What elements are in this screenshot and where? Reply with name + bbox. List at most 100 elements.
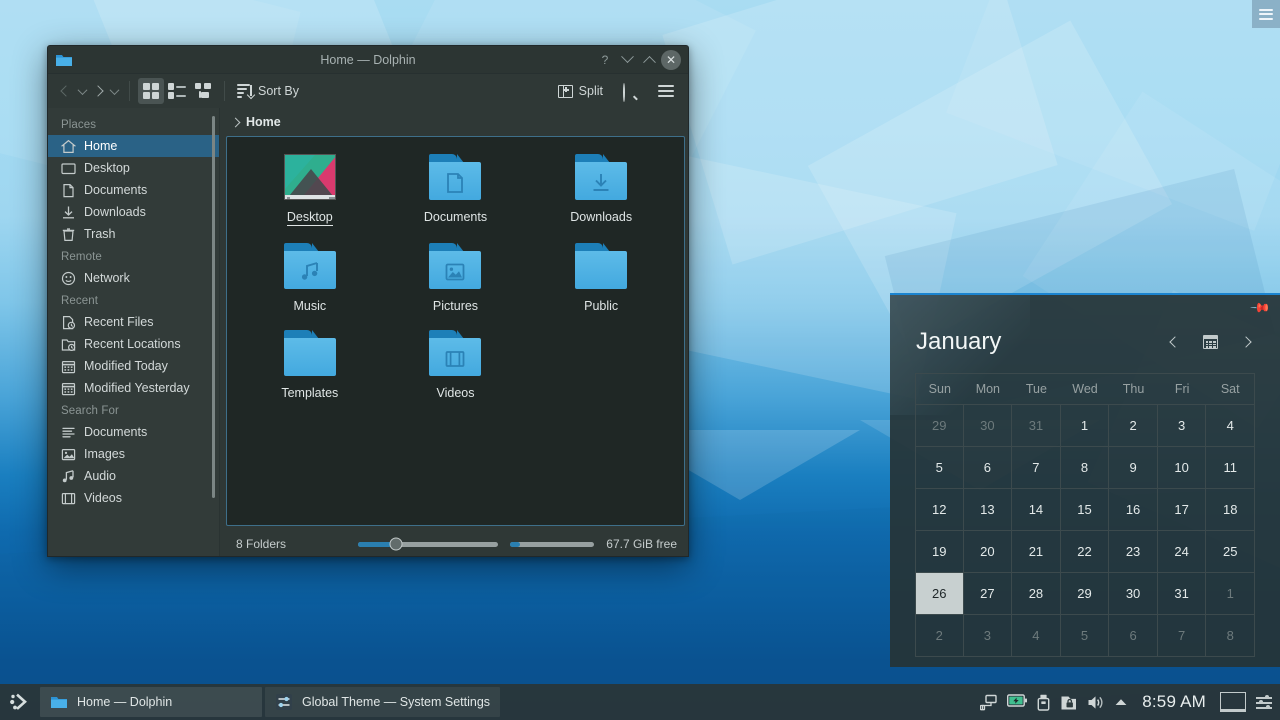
calendar-day[interactable]: 8 — [1060, 447, 1110, 489]
folder-icon[interactable] — [571, 240, 631, 292]
calendar-day[interactable]: 31 — [1157, 573, 1207, 615]
zoom-slider-handle[interactable] — [389, 537, 403, 551]
battery-icon[interactable] — [1007, 693, 1028, 711]
calendar-day[interactable]: 4 — [1206, 405, 1255, 447]
sidebar-item-modified-today[interactable]: Modified Today — [48, 355, 219, 377]
calendar-day[interactable]: 4 — [1012, 615, 1061, 657]
back-history-dropdown[interactable] — [75, 78, 89, 104]
folder-item[interactable]: Documents — [383, 151, 529, 226]
folder-documents-icon[interactable] — [425, 151, 485, 203]
folder-downloads-icon[interactable] — [571, 151, 631, 203]
places-sidebar[interactable]: Places Home Desktop Documents Downloads Trash… — [48, 108, 220, 556]
calendar-day[interactable]: 25 — [1206, 531, 1255, 573]
calendar-day[interactable]: 2 — [915, 615, 964, 657]
calendar-day[interactable]: 18 — [1206, 489, 1255, 531]
calendar-day[interactable]: 21 — [1012, 531, 1061, 573]
calendar-day[interactable]: 29 — [1060, 573, 1110, 615]
folder-item[interactable]: Videos — [383, 327, 529, 400]
calendar-day[interactable]: 27 — [963, 573, 1013, 615]
calendar-day[interactable]: 17 — [1157, 489, 1207, 531]
minimize-button[interactable] — [617, 50, 637, 70]
calendar-day[interactable]: 30 — [963, 405, 1013, 447]
search-button[interactable] — [617, 78, 643, 104]
volume-icon[interactable] — [1087, 694, 1104, 711]
calendar-day[interactable]: 5 — [1060, 615, 1110, 657]
calendar-day[interactable]: 14 — [1012, 489, 1061, 531]
calendar-widget[interactable]: 📌 January Sun Mon Tue Wed Thu Fri Sat 29 30 31 1 2… — [890, 293, 1280, 667]
calendar-day[interactable]: 11 — [1206, 447, 1255, 489]
calendar-day[interactable]: 7 — [1012, 447, 1061, 489]
sidebar-item-documents[interactable]: Documents — [48, 179, 219, 201]
sidebar-item-images[interactable]: Images — [48, 443, 219, 465]
calendar-day[interactable]: 6 — [1109, 615, 1158, 657]
close-button[interactable]: ✕ — [661, 49, 681, 70]
wallpaper-thumbnail[interactable] — [280, 151, 340, 203]
back-arrow-icon[interactable] — [57, 78, 75, 104]
calendar-day[interactable]: 5 — [915, 447, 964, 489]
calendar-day[interactable]: 10 — [1157, 447, 1207, 489]
dolphin-toolbar[interactable]: Sort By Split — [48, 74, 688, 108]
sidebar-item-desktop[interactable]: Desktop — [48, 157, 219, 179]
calendar-day[interactable]: 16 — [1109, 489, 1158, 531]
sidebar-scrollbar[interactable] — [212, 116, 215, 498]
sidebar-item-videos[interactable]: Videos — [48, 487, 219, 509]
clipboard-icon[interactable] — [1060, 694, 1077, 711]
calendar-day[interactable]: 23 — [1109, 531, 1158, 573]
calendar-day[interactable]: 20 — [963, 531, 1013, 573]
view-mode-icons-button[interactable] — [138, 78, 164, 104]
calendar-icon[interactable] — [1203, 335, 1218, 349]
calendar-day[interactable]: 31 — [1012, 405, 1061, 447]
show-desktop-button[interactable] — [1220, 692, 1246, 712]
usb-drive-icon[interactable] — [1037, 694, 1050, 711]
breadcrumb-home[interactable]: Home — [246, 115, 281, 129]
calendar-day[interactable]: 8 — [1206, 615, 1255, 657]
system-tray[interactable]: 8:59 AM — [980, 692, 1280, 712]
calendar-day[interactable]: 24 — [1157, 531, 1207, 573]
folder-icon[interactable] — [280, 327, 340, 379]
calendar-day[interactable]: 15 — [1060, 489, 1110, 531]
sidebar-item-trash[interactable]: Trash — [48, 223, 219, 245]
calendar-day[interactable]: 6 — [963, 447, 1013, 489]
folder-item[interactable]: Pictures — [383, 240, 529, 313]
maximize-button[interactable] — [639, 50, 659, 70]
calendar-day[interactable]: 30 — [1109, 573, 1158, 615]
calendar-day[interactable]: 3 — [963, 615, 1013, 657]
folder-item[interactable]: Templates — [237, 327, 383, 400]
folder-item[interactable]: Music — [237, 240, 383, 313]
taskbar-panel[interactable]: Home — Dolphin Global Theme — System Sett… — [0, 684, 1280, 720]
taskbar-task[interactable]: Home — Dolphin — [40, 687, 262, 717]
calendar-day[interactable]: 28 — [1012, 573, 1061, 615]
show-hidden-icon[interactable] — [1114, 694, 1128, 711]
breadcrumb[interactable]: Home — [226, 108, 685, 136]
sidebar-item-downloads[interactable]: Downloads — [48, 201, 219, 223]
sort-by-button[interactable]: Sort By — [233, 78, 303, 104]
sidebar-item-network[interactable]: Network — [48, 267, 219, 289]
calendar-grid[interactable]: Sun Mon Tue Wed Thu Fri Sat 29 30 31 1 2 3 4 5 6 7 8 9 10 1… — [915, 373, 1255, 657]
network-icon[interactable] — [980, 694, 997, 711]
calendar-day[interactable]: 3 — [1157, 405, 1207, 447]
sidebar-item-audio[interactable]: Audio — [48, 465, 219, 487]
calendar-day[interactable]: 2 — [1109, 405, 1158, 447]
calendar-day[interactable]: 1 — [1206, 573, 1255, 615]
previous-month-button[interactable] — [1167, 334, 1183, 350]
calendar-day[interactable]: 13 — [963, 489, 1013, 531]
zoom-slider[interactable] — [358, 537, 499, 551]
calendar-day[interactable]: 29 — [915, 405, 964, 447]
view-mode-details-button[interactable] — [190, 78, 216, 104]
forward-history-dropdown[interactable] — [107, 78, 121, 104]
folder-videos-icon[interactable] — [425, 327, 485, 379]
forward-arrow-icon[interactable] — [89, 78, 107, 104]
sidebar-item-recent-files[interactable]: Recent Files — [48, 311, 219, 333]
task-list[interactable]: Home — Dolphin Global Theme — System Sett… — [40, 684, 501, 720]
calendar-day[interactable]: 12 — [915, 489, 964, 531]
menu-button[interactable] — [653, 78, 679, 104]
file-view[interactable]: Desktop Documents Downloads Music Pictures Pu… — [226, 136, 685, 526]
next-month-button[interactable] — [1238, 334, 1254, 350]
calendar-day[interactable]: 22 — [1060, 531, 1110, 573]
taskbar-task[interactable]: Global Theme — System Settings — [265, 687, 501, 717]
calendar-day[interactable]: 9 — [1109, 447, 1158, 489]
application-launcher-button[interactable] — [0, 684, 40, 720]
calendar-day[interactable]: 1 — [1060, 405, 1110, 447]
folder-pictures-icon[interactable] — [425, 240, 485, 292]
sidebar-item-modified-yesterday[interactable]: Modified Yesterday — [48, 377, 219, 399]
